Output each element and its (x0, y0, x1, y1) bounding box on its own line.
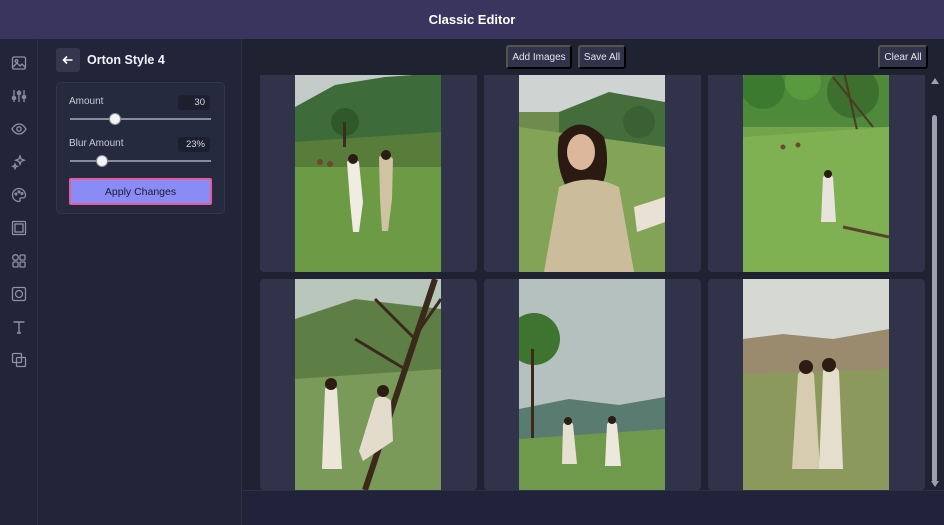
overlay-icon[interactable] (10, 285, 27, 302)
arrow-left-icon (62, 55, 73, 65)
slider-track (70, 118, 211, 120)
scroll-up-icon[interactable] (931, 78, 939, 84)
title-bar: Classic Editor (0, 0, 944, 39)
amount-slider[interactable] (70, 113, 211, 125)
layers-icon[interactable] (10, 351, 27, 368)
slider-thumb[interactable] (96, 155, 109, 167)
sliders-icon[interactable] (10, 87, 27, 104)
main-workspace: Add Images Save All Clear All (243, 39, 944, 525)
save-all-button[interactable]: Save All (578, 45, 626, 69)
amount-value[interactable]: 30 (178, 95, 210, 110)
sparkle-icon[interactable] (10, 153, 27, 170)
gallery-scrollbar[interactable] (930, 75, 940, 490)
scroll-down-icon[interactable] (931, 481, 939, 487)
eye-icon[interactable] (10, 120, 27, 137)
apply-changes-button[interactable]: Apply Changes (69, 178, 212, 205)
toolbar: Add Images Save All Clear All (243, 39, 944, 75)
couple-walking-photo (295, 75, 441, 272)
text-icon[interactable] (10, 318, 27, 335)
blur-amount-slider[interactable] (70, 155, 211, 167)
image-tile[interactable] (484, 279, 701, 490)
palette-icon[interactable] (10, 186, 27, 203)
image-icon[interactable] (10, 54, 27, 71)
image-gallery (243, 75, 944, 490)
add-images-button[interactable]: Add Images (506, 45, 572, 69)
bottom-strip (243, 490, 944, 525)
image-tile[interactable] (708, 75, 925, 272)
image-tile[interactable] (260, 75, 477, 272)
blur-amount-value[interactable]: 23% (178, 137, 210, 152)
image-tile[interactable] (708, 279, 925, 490)
frame-icon[interactable] (10, 219, 27, 236)
slider-thumb[interactable] (109, 113, 122, 125)
back-button[interactable] (56, 48, 80, 72)
settings-panel: Orton Style 4 Amount 30 Blur Amount 23% … (39, 39, 242, 525)
clear-all-button[interactable]: Clear All (878, 45, 928, 69)
blur-amount-label: Blur Amount (69, 138, 124, 149)
amount-label: Amount (69, 96, 104, 107)
couple-tree-photo (295, 279, 441, 490)
panel-title: Orton Style 4 (87, 53, 165, 67)
slider-track (70, 160, 211, 162)
tool-rail (0, 39, 38, 525)
shapes-icon[interactable] (10, 252, 27, 269)
couple-embrace-photo (743, 279, 889, 490)
couple-holding-hands-photo (519, 279, 665, 490)
app-title: Classic Editor (428, 12, 516, 27)
adjustments-card: Amount 30 Blur Amount 23% Apply Changes (56, 82, 225, 214)
image-tile[interactable] (484, 75, 701, 272)
woman-meadow-photo (743, 75, 889, 272)
woman-portrait-photo (519, 75, 665, 272)
image-tile[interactable] (260, 279, 477, 490)
scroll-thumb[interactable] (932, 115, 937, 482)
